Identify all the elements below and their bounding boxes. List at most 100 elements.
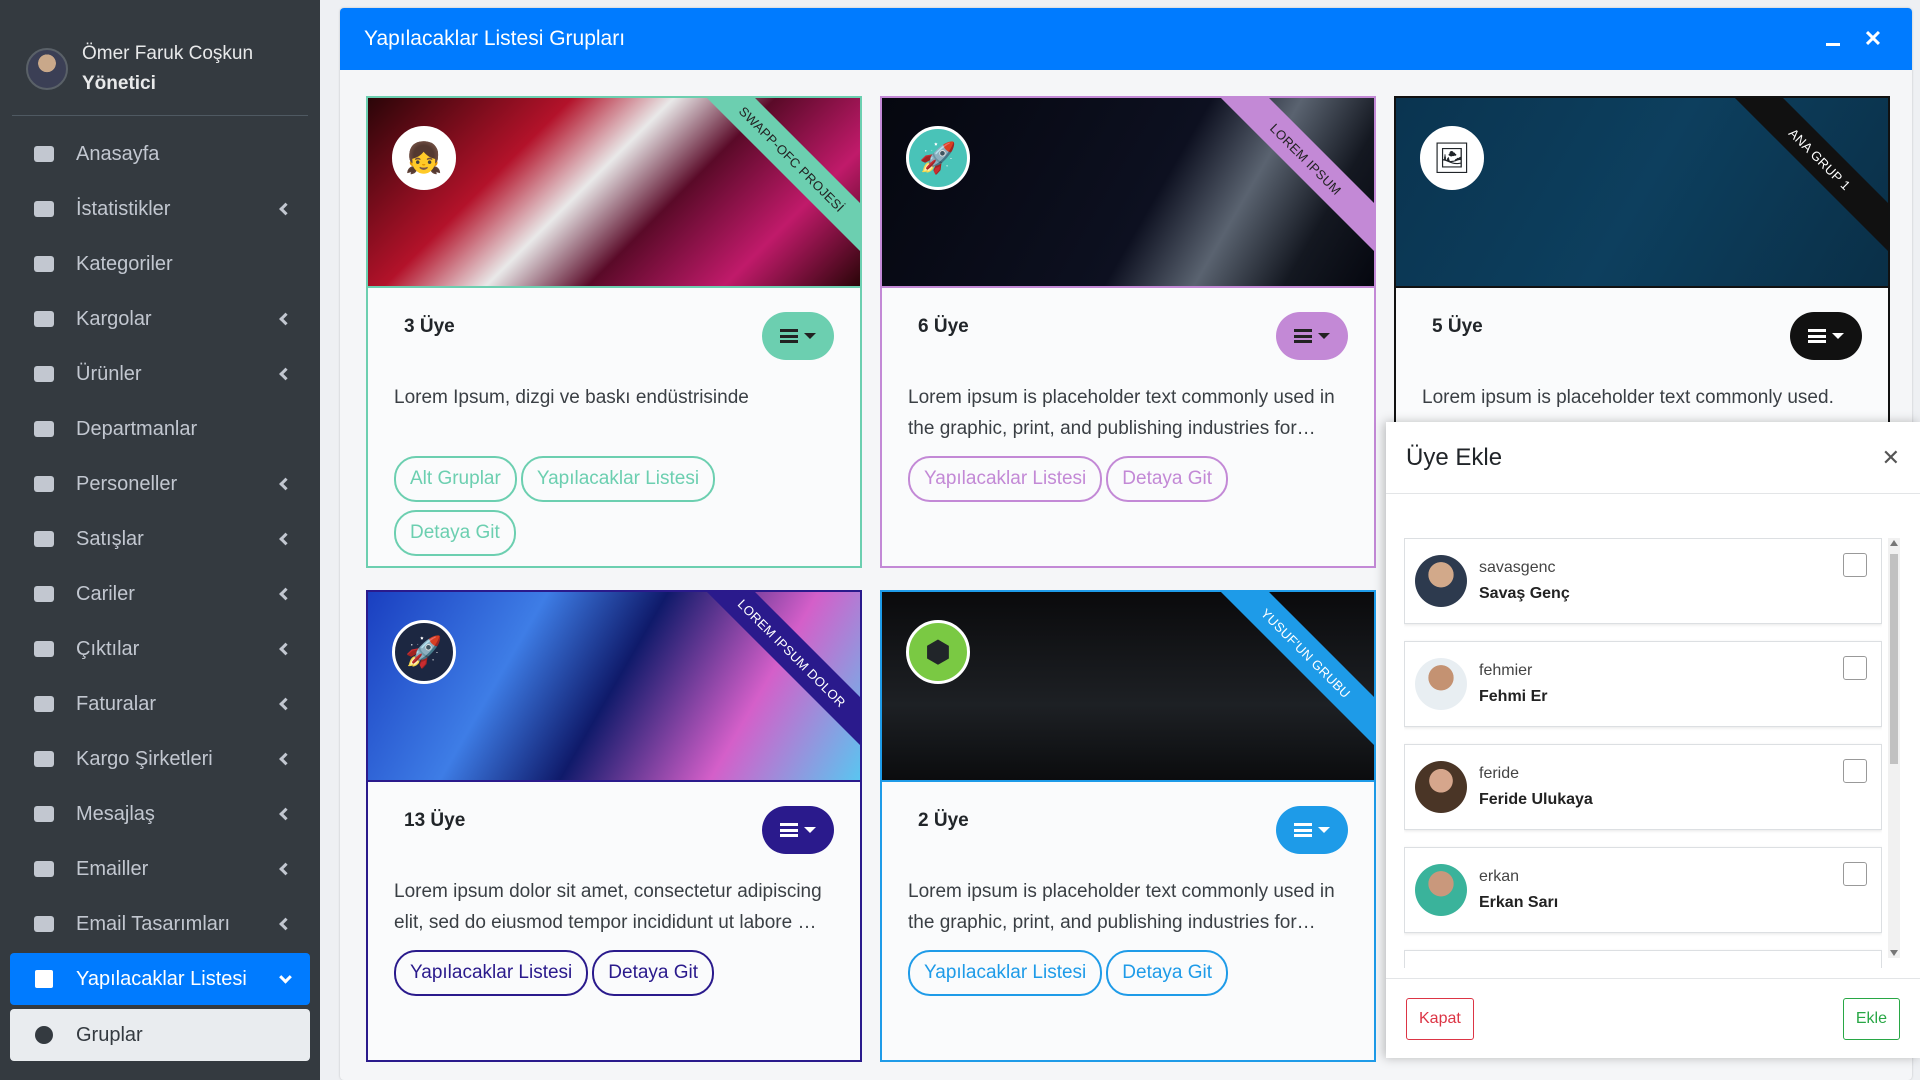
bars-icon <box>1808 329 1826 343</box>
group-action-button[interactable]: Detaya Git <box>1106 950 1229 996</box>
sidebar-item-5[interactable]: Departmanlar <box>10 403 310 455</box>
list-item[interactable]: feride Feride Ulukaya <box>1404 744 1882 830</box>
bars-icon <box>1294 329 1312 343</box>
bars-icon <box>780 823 798 837</box>
sidebar: Ömer Faruk Coşkun Yönetici Anasayfa İstat… <box>0 0 320 1080</box>
sidebar-item-label: Çıktılar <box>76 637 140 660</box>
sidebar-item-0[interactable]: Anasayfa <box>10 128 310 180</box>
group-menu-button[interactable] <box>1790 312 1862 360</box>
user-panel[interactable]: Ömer Faruk Coşkun Yönetici <box>12 0 308 116</box>
sidebar-item-16[interactable]: Gruplar <box>10 1009 310 1061</box>
member-username: erkan <box>1479 868 1520 885</box>
sidebar-item-1[interactable]: İstatistikler <box>10 183 310 235</box>
dashboard-icon <box>30 143 58 165</box>
caret-down-icon <box>804 333 816 339</box>
sidebar-item-14[interactable]: Email Tasarımları <box>10 898 310 950</box>
member-checkbox[interactable] <box>1843 553 1867 577</box>
group-menu-button[interactable] <box>762 312 834 360</box>
member-checkbox[interactable] <box>1843 759 1867 783</box>
check-square-icon <box>30 968 58 990</box>
sidebar-item-15[interactable]: Yapılacaklar Listesi <box>10 953 310 1005</box>
chevron-left-icon <box>279 202 292 216</box>
list-item[interactable]: savasgenc Savaş Genç <box>1404 538 1882 624</box>
group-description: Lorem ipsum is placeholder text commonly… <box>1422 387 1834 408</box>
group-menu-button[interactable] <box>762 806 834 854</box>
sidebar-item-8[interactable]: Cariler <box>10 568 310 620</box>
user-avatar-icon: 👧 <box>392 126 456 190</box>
close-panel-button[interactable]: ✕ <box>1858 26 1888 52</box>
mail-bulk-icon <box>30 913 58 935</box>
file-pdf-icon <box>30 638 58 660</box>
avatar <box>1415 658 1467 710</box>
member-checkbox[interactable] <box>1843 862 1867 886</box>
sidebar-item-label: Ürünler <box>76 362 142 385</box>
users-cog-icon <box>30 583 58 605</box>
group-cover-image: ⬢ YUSUF'UN GRUBU <box>882 592 1374 782</box>
sidebar-item-13[interactable]: Emailler <box>10 843 310 895</box>
sidebar-item-2[interactable]: Kategoriler <box>10 238 310 290</box>
chevron-left-icon <box>279 917 292 931</box>
group-action-button[interactable]: Yapılacaklar Listesi <box>908 950 1103 996</box>
group-ribbon: LOREM IPSUM DOLOR <box>695 592 860 750</box>
group-action-button[interactable]: Yapılacaklar Listesi <box>908 456 1103 502</box>
sidebar-item-10[interactable]: Faturalar <box>10 678 310 730</box>
sidebar-item-label: Emailler <box>76 857 149 880</box>
member-list[interactable]: savasgenc Savaş Genç fehmier Fehmi Er feride… <box>1404 538 1882 968</box>
list-icon <box>30 253 58 275</box>
sidebar-item-11[interactable]: Kargo Şirketleri <box>10 733 310 785</box>
list-item[interactable] <box>1404 950 1882 968</box>
chevron-left-icon <box>279 367 292 381</box>
chart-area-icon <box>30 198 58 220</box>
user-avatar <box>26 47 68 90</box>
group-action-button[interactable]: Alt Gruplar <box>394 456 517 502</box>
sidebar-item-4[interactable]: Ürünler <box>10 348 310 400</box>
group-description: Lorem ipsum is placeholder text commonly… <box>908 881 1335 933</box>
member-fullname: Fehmi Er <box>1479 688 1548 705</box>
group-action-button[interactable]: Detaya Git <box>394 510 516 556</box>
group-action-button[interactable]: Yapılacaklar Listesi <box>394 950 589 996</box>
sidebar-item-label: Yapılacaklar Listesi <box>76 967 247 990</box>
cube-icon: ⬢ <box>906 620 970 684</box>
group-action-button[interactable]: Yapılacaklar Listesi <box>520 456 716 502</box>
chevron-left-icon <box>279 697 292 711</box>
scroll-up-icon[interactable] <box>1890 540 1898 546</box>
group-cover-image: 👧 SWAPP-OFC PROJESİ <box>368 98 860 288</box>
group-menu-button[interactable] <box>1276 312 1348 360</box>
scroll-thumb[interactable] <box>1890 554 1898 764</box>
sidebar-item-3[interactable]: Kargolar <box>10 293 310 345</box>
group-description: Lorem Ipsum, dizgi ve baskı endüstrisind… <box>394 387 749 408</box>
group-action-button[interactable]: Detaya Git <box>1106 456 1229 502</box>
bars-icon <box>1294 823 1312 837</box>
page-title: Yapılacaklar Listesi Grupları <box>364 27 626 50</box>
chevron-left-icon <box>279 807 292 821</box>
member-fullname: Savaş Genç <box>1479 585 1570 602</box>
list-item[interactable]: fehmier Fehmi Er <box>1404 641 1882 727</box>
sidebar-item-7[interactable]: Satışlar <box>10 513 310 565</box>
users-icon <box>30 473 58 495</box>
caret-down-icon <box>1318 333 1330 339</box>
avatar <box>1415 555 1467 607</box>
group-description: Lorem ipsum is placeholder text commonly… <box>908 387 1335 439</box>
truck-icon <box>30 308 58 330</box>
modal-cancel-button[interactable]: Kapat <box>1406 997 1474 1040</box>
bars-icon <box>780 329 798 343</box>
group-card: 🚀 LOREM IPSUM DOLOR 13 Üye Lorem ipsum dolo… <box>366 590 862 1062</box>
add-member-modal: Üye Ekle ✕ savasgenc Savaş Genç fehmier Feh… <box>1386 422 1920 1058</box>
chevron-left-icon <box>279 312 292 326</box>
sidebar-item-6[interactable]: Personeller <box>10 458 310 510</box>
modal-add-button[interactable]: Ekle <box>1842 997 1900 1040</box>
collapse-button[interactable] <box>1818 26 1848 52</box>
scroll-down-icon[interactable] <box>1890 950 1898 956</box>
list-item[interactable]: erkan Erkan Sarı <box>1404 847 1882 933</box>
member-username: feride <box>1479 765 1520 782</box>
sidebar-item-12[interactable]: Mesajlaş <box>10 788 310 840</box>
member-checkbox[interactable] <box>1843 656 1867 680</box>
group-menu-button[interactable] <box>1276 806 1348 854</box>
image-icon: 🖼 <box>1420 126 1484 190</box>
sidebar-item-label: Gruplar <box>76 1023 143 1046</box>
group-action-button[interactable]: Detaya Git <box>592 950 715 996</box>
sidebar-menu: Anasayfa İstatistikler Kategoriler Kargolar… <box>0 116 320 1061</box>
member-list-scrollbar[interactable] <box>1888 538 1900 958</box>
sidebar-item-9[interactable]: Çıktılar <box>10 623 310 675</box>
modal-close-icon[interactable]: ✕ <box>1882 445 1900 471</box>
